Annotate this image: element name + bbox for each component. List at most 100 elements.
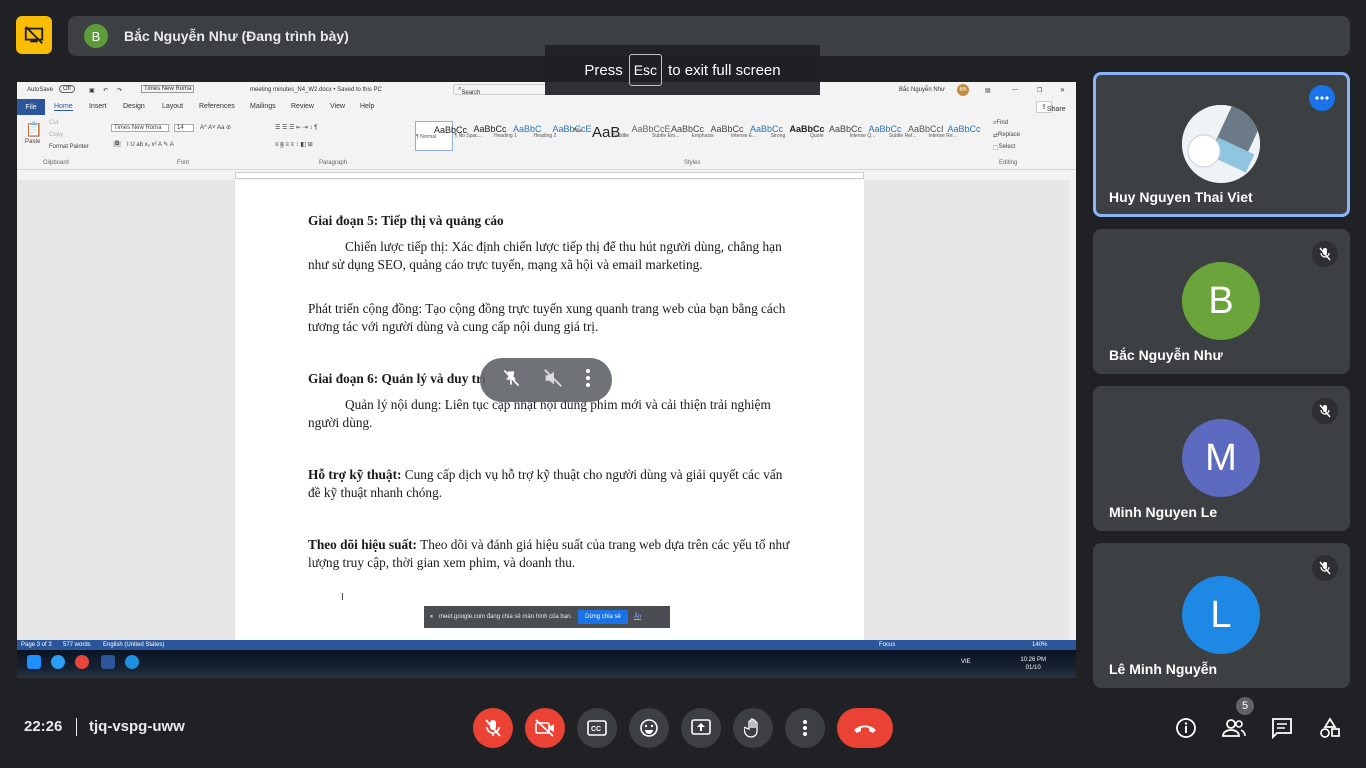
tab-mailings[interactable]: Mailings	[250, 103, 276, 110]
style-3[interactable]: AaBbC Heading 1	[494, 121, 542, 151]
minimize-icon[interactable]: —	[1012, 87, 1018, 93]
style-name: Intense Q...	[849, 133, 876, 139]
edge-dev-icon[interactable]	[125, 655, 139, 669]
replace-button[interactable]: ⇄ Replace	[993, 132, 1020, 139]
more-options-icon[interactable]	[585, 368, 591, 393]
redo-icon[interactable]: ↷	[117, 87, 122, 94]
tab-review[interactable]: Review	[291, 103, 314, 110]
meeting-info-icon[interactable]	[1174, 716, 1198, 740]
list-buttons[interactable]: ☰ ☰ ☰ ⇤ ⇥ ↕ ¶	[275, 124, 317, 131]
style-name: Quote	[810, 133, 824, 139]
clock[interactable]: 10:26 PM 01/10	[1020, 656, 1046, 672]
format-buttons[interactable]: I U ab x₂ x² A ✎ A	[127, 141, 174, 148]
hide-share-button[interactable]: Ẩn	[634, 614, 641, 620]
page-count[interactable]: Page 3 of 3	[21, 642, 52, 648]
style-6[interactable]: AaBbCcE Subtitle	[613, 121, 671, 151]
mic-toggle-button[interactable]	[473, 708, 513, 748]
style-name: Subtle Ref...	[889, 133, 917, 139]
activities-icon[interactable]	[1318, 716, 1342, 740]
font-grow-icon[interactable]: A^ A˅ Aa ⊘	[200, 124, 231, 131]
search-box[interactable]: ⌕ Search	[453, 84, 549, 96]
tab-design[interactable]: Design	[123, 103, 145, 110]
tab-layout[interactable]: Layout	[162, 103, 183, 110]
share-grip-icon[interactable]: ⏸	[430, 614, 433, 621]
stop-presenting-icon[interactable]	[16, 16, 52, 54]
tile-more-icon[interactable]	[1309, 85, 1335, 111]
style-4[interactable]: AaBbCcE Heading 2	[533, 121, 592, 151]
style-11[interactable]: AaBbCc Quote	[810, 121, 862, 151]
paragraph-marketing: Chiến lược tiếp thị: Xác định chiến lược…	[308, 239, 782, 272]
style-name: Heading 2	[533, 133, 557, 139]
language[interactable]: English (United States)	[103, 642, 164, 648]
style-14[interactable]: AaBbCc Intense Re...	[928, 121, 981, 151]
word-icon[interactable]	[101, 655, 115, 669]
edge-icon[interactable]	[51, 655, 65, 669]
font-name-box[interactable]: Times New Roma	[111, 124, 169, 132]
autosave-toggle[interactable]: Off	[59, 85, 75, 93]
editing-group: Editing	[999, 160, 1018, 166]
captions-button[interactable]: CC	[577, 708, 617, 748]
font-size-box[interactable]: 14	[174, 124, 194, 132]
format-painter-button[interactable]: Format Painter	[49, 144, 89, 150]
style-12[interactable]: AaBbCc Intense Q...	[849, 121, 902, 151]
style-10[interactable]: AaBbCc Strong	[771, 121, 825, 151]
user-avatar[interactable]: BN	[957, 84, 969, 96]
tab-references[interactable]: References	[199, 103, 235, 110]
chat-icon[interactable]	[1270, 716, 1294, 740]
vertical-scrollbar[interactable]	[1069, 180, 1076, 640]
style-9[interactable]: AaBbCc Intense E...	[731, 121, 783, 151]
participant-tile-huy[interactable]: Huy Nguyen Thai Viet	[1093, 72, 1350, 217]
leave-call-button[interactable]	[837, 708, 893, 748]
close-icon[interactable]: ✕	[1060, 87, 1065, 94]
raise-hand-button[interactable]	[733, 708, 773, 748]
participant-name: Lê Minh Nguyễn	[1109, 661, 1218, 677]
pin-off-icon[interactable]	[501, 368, 521, 393]
start-icon[interactable]	[27, 655, 41, 669]
tab-view[interactable]: View	[330, 103, 345, 110]
save-icon[interactable]: ▣	[89, 87, 95, 94]
find-button[interactable]: ⌕ Find	[993, 120, 1008, 127]
document-page[interactable]: Giai đoạn 5: Tiếp thị và quảng cáo Chiến…	[235, 180, 864, 640]
style-5[interactable]: AaB Title	[573, 121, 620, 151]
share-notice: ⏸ meet.google.com đang chia sẻ màn hình …	[424, 606, 670, 628]
cut-button[interactable]: Cut	[49, 120, 58, 126]
style-7[interactable]: AaBbCc Subtle Em...	[652, 121, 704, 151]
style-13[interactable]: AaBbCcI Subtle Ref...	[889, 121, 944, 151]
participant-tile-le[interactable]: L Lê Minh Nguyễn	[1093, 543, 1350, 688]
emoji-button[interactable]	[629, 708, 669, 748]
style-8[interactable]: AaBbCc Emphasis	[692, 121, 744, 151]
align-buttons[interactable]: ≡ ≡ ≡ ≡ ↕ ◧ ⊞	[275, 141, 313, 148]
tab-file[interactable]: File	[17, 99, 45, 115]
participant-tile-minh[interactable]: M Minh Nguyen Le	[1093, 386, 1350, 531]
language-indicator[interactable]: VIE	[961, 659, 971, 665]
word-count[interactable]: 577 words	[63, 642, 91, 648]
present-screen-button[interactable]	[681, 708, 721, 748]
more-options-button[interactable]	[785, 708, 825, 748]
clock-time: 10:26 PM	[1020, 657, 1046, 663]
style-2[interactable]: AaBbCc ¶ No Spac...	[455, 121, 507, 151]
maximize-icon[interactable]: ❐	[1037, 87, 1042, 94]
share-button[interactable]: ⇪ Share	[1036, 101, 1066, 113]
people-icon[interactable]	[1222, 716, 1246, 740]
select-button[interactable]: ⬚ Select	[993, 144, 1015, 151]
ribbon-display-icon[interactable]: ▤	[985, 87, 991, 94]
style-1[interactable]: AaBbCc ¶ Normal	[415, 121, 467, 151]
tab-home[interactable]: Home	[54, 103, 73, 111]
tab-help[interactable]: Help	[360, 103, 374, 110]
focus-button[interactable]: Focus	[879, 642, 895, 648]
paste-icon[interactable]: 📋	[25, 121, 42, 138]
tab-insert[interactable]: Insert	[89, 103, 107, 110]
participant-tile-bac[interactable]: B Bắc Nguyễn Như	[1093, 229, 1350, 374]
qa-font[interactable]: Times New Roma	[141, 85, 195, 93]
style-name: Intense Re...	[928, 133, 957, 139]
chrome-icon[interactable]	[75, 655, 89, 669]
bold-button[interactable]: B	[113, 141, 122, 147]
user-name: Bắc Nguyễn Như	[899, 87, 946, 93]
camera-toggle-button[interactable]	[525, 708, 565, 748]
zoom-level[interactable]: 140%	[1032, 642, 1047, 648]
mute-audio-icon[interactable]	[542, 367, 564, 394]
copy-button[interactable]: Copy	[49, 132, 63, 138]
stop-share-button[interactable]: Dừng chia sẻ	[578, 610, 628, 624]
undo-icon[interactable]: ↶	[103, 87, 108, 94]
paste-label[interactable]: Paste	[25, 139, 40, 145]
